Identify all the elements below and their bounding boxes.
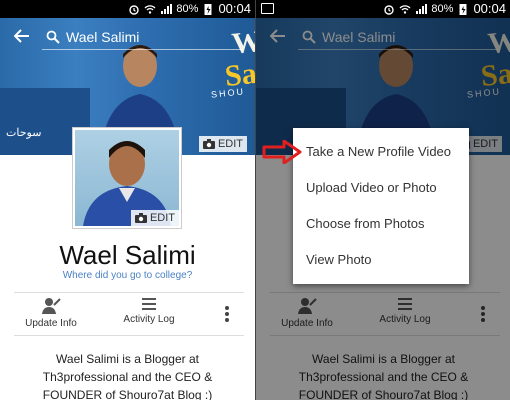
battery-percent: 80% — [431, 2, 454, 15]
list-icon — [142, 298, 156, 310]
person-edit-icon — [42, 298, 61, 314]
menu-item-view-photo[interactable]: View Photo — [306, 252, 372, 267]
profile-actions: Update Info Activity Log — [14, 292, 244, 336]
edit-cover-label: EDIT — [217, 138, 243, 150]
edit-profile-picture-button[interactable]: EDIT — [130, 210, 179, 226]
profile-bio: Wael Salimi is a Blogger at Th3professio… — [42, 352, 213, 400]
wifi-icon — [144, 4, 156, 14]
camera-icon — [134, 213, 147, 223]
alarm-icon — [384, 4, 395, 15]
update-info-label: Update Info — [25, 318, 77, 329]
back-arrow-icon[interactable] — [14, 29, 30, 43]
alarm-icon — [129, 4, 140, 15]
profile-name: Wael Salimi — [59, 240, 196, 270]
menu-item-upload-video-photo[interactable]: Upload Video or Photo — [306, 180, 437, 195]
status-bar: 80% 00:04 — [256, 0, 510, 18]
camera-icon — [202, 139, 215, 149]
search-icon — [46, 30, 60, 44]
profile-screen-with-menu: 80% 00:04 W Sal SHOU Wael Salimi EDIT Up… — [255, 0, 510, 400]
status-bar: 80% 00:04 — [0, 0, 255, 18]
cover-arabic-text: سوحات — [6, 127, 42, 139]
edit-cover-button[interactable]: EDIT — [198, 136, 247, 152]
clock-time: 00:04 — [218, 1, 251, 16]
menu-item-choose-from-photos[interactable]: Choose from Photos — [306, 216, 425, 231]
college-prompt-link[interactable]: Where did you go to college? — [0, 270, 255, 281]
activity-log-button[interactable]: Activity Log — [119, 297, 179, 325]
battery-charging-icon — [204, 3, 212, 15]
edit-profile-picture-label: EDIT — [149, 212, 175, 224]
more-options-icon[interactable] — [224, 305, 230, 323]
cover-text-3: SHOU — [210, 86, 246, 100]
activity-log-label: Activity Log — [123, 314, 175, 325]
clock-time: 00:04 — [473, 1, 506, 16]
profile-picture-menu: Take a New Profile Video Upload Video or… — [293, 128, 469, 284]
signal-icon — [161, 3, 173, 14]
profile-screen: 80% 00:04 W Sal SHOU سوحات Wael Salimi E… — [0, 0, 255, 400]
battery-charging-icon — [459, 3, 467, 15]
update-info-button[interactable]: Update Info — [22, 297, 80, 329]
red-arrow-annotation — [262, 140, 302, 164]
profile-picture[interactable]: EDIT — [73, 128, 181, 228]
wifi-icon — [399, 4, 411, 14]
signal-icon — [416, 3, 428, 14]
battery-percent: 80% — [176, 2, 199, 15]
search-input[interactable]: Wael Salimi — [42, 26, 242, 50]
search-query: Wael Salimi — [66, 29, 140, 45]
menu-item-take-profile-video[interactable]: Take a New Profile Video — [306, 144, 451, 159]
top-bar: Wael Salimi — [0, 18, 255, 54]
gallery-notification-icon — [261, 3, 274, 14]
